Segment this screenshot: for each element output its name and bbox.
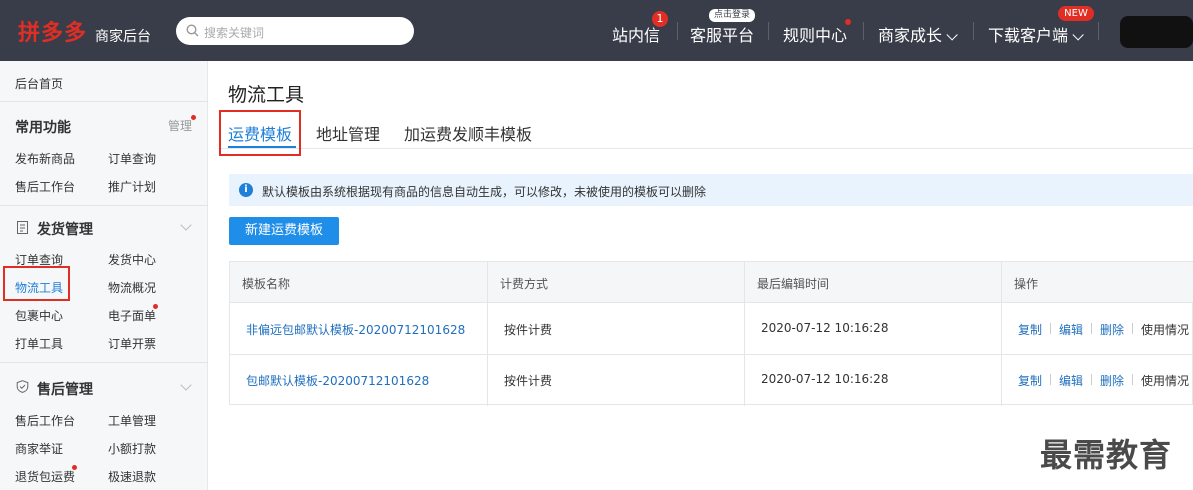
tab-sf-template[interactable]: 加运费发顺丰模板 xyxy=(404,121,532,145)
sidebar-item[interactable]: 电子面单 xyxy=(108,307,156,324)
sidebar-section-shipping[interactable]: 发货管理 xyxy=(37,219,93,239)
highlight-box xyxy=(3,266,70,301)
sidebar-divider xyxy=(0,205,208,206)
sidebar-item[interactable]: 包裹中心 xyxy=(15,307,63,324)
highlight-box xyxy=(219,110,301,156)
edit-button[interactable]: 编辑 xyxy=(1059,372,1083,389)
column-header: 操作 xyxy=(1014,277,1039,291)
sidebar-item[interactable]: 商家举证 xyxy=(15,440,63,457)
nav-download-label: 下载客户端 xyxy=(988,26,1069,45)
e-waybill-dot xyxy=(153,304,158,309)
op-divider xyxy=(1132,374,1133,385)
template-name-link[interactable]: 非偏远包邮默认模板-20200712101628 xyxy=(246,321,465,338)
chevron-down-icon[interactable] xyxy=(180,379,192,391)
logo-subtitle: 商家后台 xyxy=(95,29,151,45)
rules-dot xyxy=(845,19,851,25)
search-box[interactable]: 搜索关键词 xyxy=(176,17,414,45)
info-notice: i 默认模板由系统根据现有商品的信息自动生成，可以修改，未被使用的模板可以删除 xyxy=(229,174,1193,206)
billing-method: 按件计费 xyxy=(504,323,553,337)
op-divider xyxy=(1091,374,1092,385)
copy-button[interactable]: 复制 xyxy=(1018,321,1042,338)
sidebar-item[interactable]: 打单工具 xyxy=(15,335,63,352)
nav-service[interactable]: 客服平台 xyxy=(690,22,754,46)
sidebar-item[interactable]: 工单管理 xyxy=(108,412,156,429)
tabs-divider xyxy=(218,148,1193,149)
sidebar-section-common: 常用功能 xyxy=(15,120,71,136)
sidebar-item[interactable]: 发货中心 xyxy=(108,251,156,268)
edit-button[interactable]: 编辑 xyxy=(1059,321,1083,338)
nav-rules[interactable]: 规则中心 xyxy=(783,22,847,46)
column-header: 最后编辑时间 xyxy=(757,277,830,291)
edit-time: 2020-07-12 10:16:28 xyxy=(761,321,889,335)
search-input[interactable]: 搜索关键词 xyxy=(204,24,264,41)
nav-divider xyxy=(863,22,864,40)
sidebar-divider xyxy=(0,362,208,363)
sidebar-item[interactable]: 退货包运费 xyxy=(15,468,75,485)
sidebar-item[interactable]: 发布新商品 xyxy=(15,150,75,167)
user-avatar[interactable] xyxy=(1120,16,1193,48)
sidebar-manage-link[interactable]: 管理 xyxy=(168,117,192,134)
edit-time: 2020-07-12 10:16:28 xyxy=(761,372,889,386)
sidebar-item[interactable]: 推广计划 xyxy=(108,178,156,195)
nav-divider xyxy=(973,22,974,40)
chevron-down-icon[interactable] xyxy=(180,219,192,231)
column-divider xyxy=(1001,262,1002,406)
return-shipping-dot xyxy=(72,465,77,470)
sidebar-home[interactable]: 后台首页 xyxy=(15,75,63,92)
op-divider xyxy=(1132,323,1133,334)
nav-divider xyxy=(677,22,678,40)
shield-check-icon xyxy=(16,380,29,393)
billing-method: 按件计费 xyxy=(504,374,553,388)
sidebar-item[interactable]: 小额打款 xyxy=(108,440,156,457)
new-template-button[interactable]: 新建运费模板 xyxy=(229,217,339,245)
sidebar-item[interactable]: 订单开票 xyxy=(108,335,156,352)
row-divider xyxy=(230,354,1193,355)
chevron-down-icon xyxy=(946,29,958,41)
column-divider xyxy=(487,262,488,406)
document-icon xyxy=(17,221,28,234)
column-header: 计费方式 xyxy=(500,277,549,291)
sidebar-divider xyxy=(0,101,208,102)
sidebar-item[interactable]: 订单查询 xyxy=(108,150,156,167)
sidebar-item[interactable]: 售后工作台 xyxy=(15,412,75,429)
sidebar-item[interactable]: 物流概况 xyxy=(108,279,156,296)
op-divider xyxy=(1050,374,1051,385)
top-header: 拼多多 商家后台 搜索关键词 站内信 1 点击登录 客服平台 规则中心 商家成长… xyxy=(0,0,1193,61)
usage-button[interactable]: 使用情况 xyxy=(1141,372,1189,389)
manage-dot xyxy=(191,115,196,120)
inbox-badge: 1 xyxy=(652,11,668,27)
nav-growth-label: 商家成长 xyxy=(878,26,943,45)
notice-text: 默认模板由系统根据现有商品的信息自动生成，可以修改，未被使用的模板可以删除 xyxy=(262,185,707,199)
sidebar-section-aftersale[interactable]: 售后管理 xyxy=(37,379,93,399)
logo[interactable]: 拼多多 xyxy=(18,15,87,47)
new-badge: NEW xyxy=(1058,6,1094,21)
sidebar-item[interactable]: 极速退款 xyxy=(108,468,156,485)
page-title: 物流工具 xyxy=(228,84,305,106)
delete-button[interactable]: 删除 xyxy=(1100,372,1124,389)
search-icon xyxy=(186,24,199,37)
chevron-down-icon xyxy=(1072,29,1084,41)
nav-inbox[interactable]: 站内信 xyxy=(612,22,660,46)
delete-button[interactable]: 删除 xyxy=(1100,321,1124,338)
tab-address-management[interactable]: 地址管理 xyxy=(316,121,380,145)
info-icon: i xyxy=(239,183,253,197)
template-table: 模板名称 计费方式 最后编辑时间 操作 非偏远包邮默认模板-2020071210… xyxy=(229,261,1193,406)
nav-download[interactable]: 下载客户端 xyxy=(988,22,1084,46)
service-login-bubble[interactable]: 点击登录 xyxy=(709,9,756,22)
column-divider xyxy=(744,262,745,406)
op-divider xyxy=(1050,323,1051,334)
nav-growth[interactable]: 商家成长 xyxy=(878,22,958,46)
nav-divider xyxy=(768,22,769,40)
op-divider xyxy=(1091,323,1092,334)
table-header: 模板名称 计费方式 最后编辑时间 操作 xyxy=(230,262,1193,303)
sidebar-item[interactable]: 售后工作台 xyxy=(15,178,75,195)
copy-button[interactable]: 复制 xyxy=(1018,372,1042,389)
usage-button[interactable]: 使用情况 xyxy=(1141,321,1189,338)
nav-divider xyxy=(1098,22,1099,40)
column-header: 模板名称 xyxy=(242,277,291,291)
template-name-link[interactable]: 包邮默认模板-20200712101628 xyxy=(246,372,429,389)
watermark: 最需教育 xyxy=(1040,436,1173,474)
